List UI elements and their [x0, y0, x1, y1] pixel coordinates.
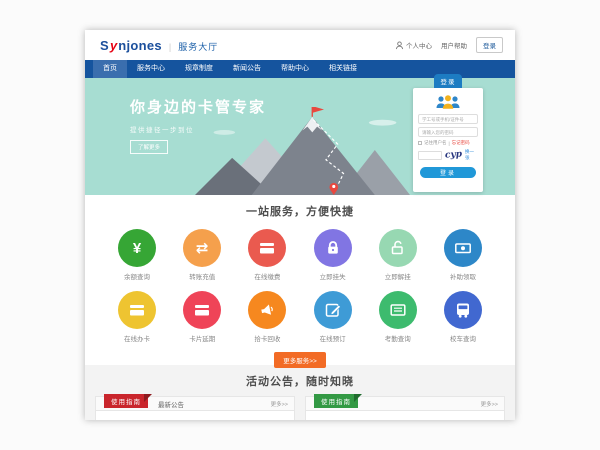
service-label: 卡片延期	[175, 333, 229, 343]
services-title: 一站服务，方便快捷	[85, 195, 515, 219]
logo-separator: |	[169, 42, 171, 52]
service-label: 考勤查询	[371, 333, 425, 343]
hero-subtitle: 提供捷径一步到位	[130, 124, 266, 134]
password-input[interactable]	[418, 127, 478, 137]
login-panel: 记住用户名 | 忘记密码 cyp 换一张 登录	[413, 88, 483, 192]
hero-title: 你身边的卡管专家	[130, 96, 266, 117]
user-help-label: 用户帮助	[441, 40, 467, 50]
nav-item-links[interactable]: 相关链接	[319, 60, 367, 78]
yen-icon: ¥	[118, 229, 156, 267]
announcements-right-panel: 使用指南 更多>>	[305, 396, 505, 420]
person-icon	[395, 41, 404, 50]
logo-text: S	[100, 38, 109, 53]
right-more-link[interactable]: 更多>>	[481, 400, 498, 408]
service-label: 拾卡回收	[240, 333, 294, 343]
login-tab[interactable]: 登录	[434, 74, 462, 88]
service-item-balance-inquiry[interactable]: ¥ 余额查询	[110, 229, 164, 281]
announcements-section: 活动公告，随时知晓 使用指南 最新公告 更多>> 使用指南 更多>>	[85, 365, 515, 420]
banknote-icon	[444, 229, 482, 267]
logo-text-rest: njones	[118, 38, 162, 53]
unlock-icon	[379, 229, 417, 267]
header-actions: 个人中心 用户帮助 登录	[395, 37, 503, 53]
lock-icon	[314, 229, 352, 267]
left-panel-header: 使用指南 最新公告 更多>>	[95, 396, 295, 411]
nav-item-help-center[interactable]: 帮助中心	[271, 60, 319, 78]
service-item-attendance[interactable]: 考勤查询	[371, 291, 425, 343]
announcements-left-panel: 使用指南 最新公告 更多>>	[95, 396, 295, 420]
login-submit-button[interactable]: 登录	[420, 167, 476, 178]
service-label: 立即挂失	[306, 271, 360, 281]
service-label: 在线缴费	[240, 271, 294, 281]
service-label: 立即解挂	[371, 271, 425, 281]
services-section: 一站服务，方便快捷 ¥ 余额查询 ⇄ 转账充值 在线缴费 立即挂失	[85, 195, 515, 365]
username-input[interactable]	[418, 114, 478, 124]
more-services-button[interactable]: 更多服务>>	[274, 352, 326, 368]
nav-item-rules[interactable]: 规章制度	[175, 60, 223, 78]
site-header: Synjones | 服务大厅 个人中心 用户帮助 登录	[85, 30, 515, 60]
header-login-button[interactable]: 登录	[476, 37, 503, 53]
usage-guide-ribbon[interactable]: 使用指南	[104, 394, 148, 408]
announcement-panels: 使用指南 最新公告 更多>> 使用指南 更多>>	[85, 396, 515, 420]
captcha-refresh-link[interactable]: 换一张	[465, 149, 478, 161]
remember-label: 记住用户名	[424, 140, 447, 146]
captcha-image[interactable]: cyp	[445, 149, 463, 160]
service-item-subsidy[interactable]: 补助领取	[436, 229, 490, 281]
users-icon	[418, 94, 478, 111]
captcha-row: cyp 换一张	[418, 149, 478, 161]
logo[interactable]: Synjones | 服务大厅	[100, 38, 218, 53]
edit-icon	[314, 291, 352, 329]
remember-row: 记住用户名 | 忘记密码	[418, 140, 478, 146]
announcements-title: 活动公告，随时知晓	[85, 365, 515, 389]
service-item-apply-card[interactable]: 在线办卡	[110, 291, 164, 343]
bank-card-icon	[118, 291, 156, 329]
nav-item-service-center[interactable]: 服务中心	[127, 60, 175, 78]
service-item-unfreeze[interactable]: 立即解挂	[371, 229, 425, 281]
left-more-link[interactable]: 更多>>	[271, 400, 288, 408]
service-item-online-booking[interactable]: 在线预订	[306, 291, 360, 343]
forgot-password-link[interactable]: 忘记密码	[452, 140, 470, 146]
left-panel-body	[95, 411, 295, 420]
personal-center-link[interactable]: 个人中心	[395, 40, 432, 50]
service-item-card-return[interactable]: 拾卡回收	[240, 291, 294, 343]
captcha-input[interactable]	[418, 151, 442, 160]
service-item-transfer-recharge[interactable]: ⇄ 转账充值	[175, 229, 229, 281]
services-row-1: ¥ 余额查询 ⇄ 转账充值 在线缴费 立即挂失	[85, 229, 515, 281]
service-label: 余额查询	[110, 271, 164, 281]
nav-item-home[interactable]: 首页	[93, 60, 127, 78]
hero-cta-button[interactable]: 了解更多	[130, 140, 168, 154]
services-row-2: 在线办卡 卡片延期 拾卡回收 在线预订	[85, 291, 515, 343]
attendance-icon	[379, 291, 417, 329]
right-panel-body	[305, 411, 505, 420]
bank-card-icon	[183, 291, 221, 329]
service-label: 转账充值	[175, 271, 229, 281]
service-label: 在线办卡	[110, 333, 164, 343]
right-panel-header: 使用指南 更多>>	[305, 396, 505, 411]
service-item-report-loss[interactable]: 立即挂失	[306, 229, 360, 281]
hero-text: 你身边的卡管专家 提供捷径一步到位 了解更多	[130, 96, 266, 154]
logo-swoosh: y	[110, 38, 117, 53]
service-label: 校车查询	[436, 333, 490, 343]
service-item-online-payment[interactable]: 在线缴费	[240, 229, 294, 281]
usage-guide-ribbon[interactable]: 使用指南	[314, 394, 358, 408]
personal-center-label: 个人中心	[406, 40, 432, 50]
megaphone-icon	[248, 291, 286, 329]
page-container: Synjones | 服务大厅 个人中心 用户帮助 登录 首页 服务中心 规章制…	[85, 30, 515, 420]
service-label: 补助领取	[436, 271, 490, 281]
user-help-link[interactable]: 用户帮助	[441, 40, 467, 50]
bank-card-icon	[248, 229, 286, 267]
transfer-icon: ⇄	[183, 229, 221, 267]
nav-item-news[interactable]: 新闻公告	[223, 60, 271, 78]
service-item-school-bus[interactable]: 校车查询	[436, 291, 490, 343]
remember-separator: |	[449, 141, 450, 146]
service-label: 在线预订	[306, 333, 360, 343]
bus-icon	[444, 291, 482, 329]
service-item-card-renewal[interactable]: 卡片延期	[175, 291, 229, 343]
latest-announcements-tab[interactable]: 最新公告	[158, 399, 184, 409]
remember-checkbox[interactable]	[418, 141, 422, 145]
site-name: 服务大厅	[178, 40, 218, 53]
